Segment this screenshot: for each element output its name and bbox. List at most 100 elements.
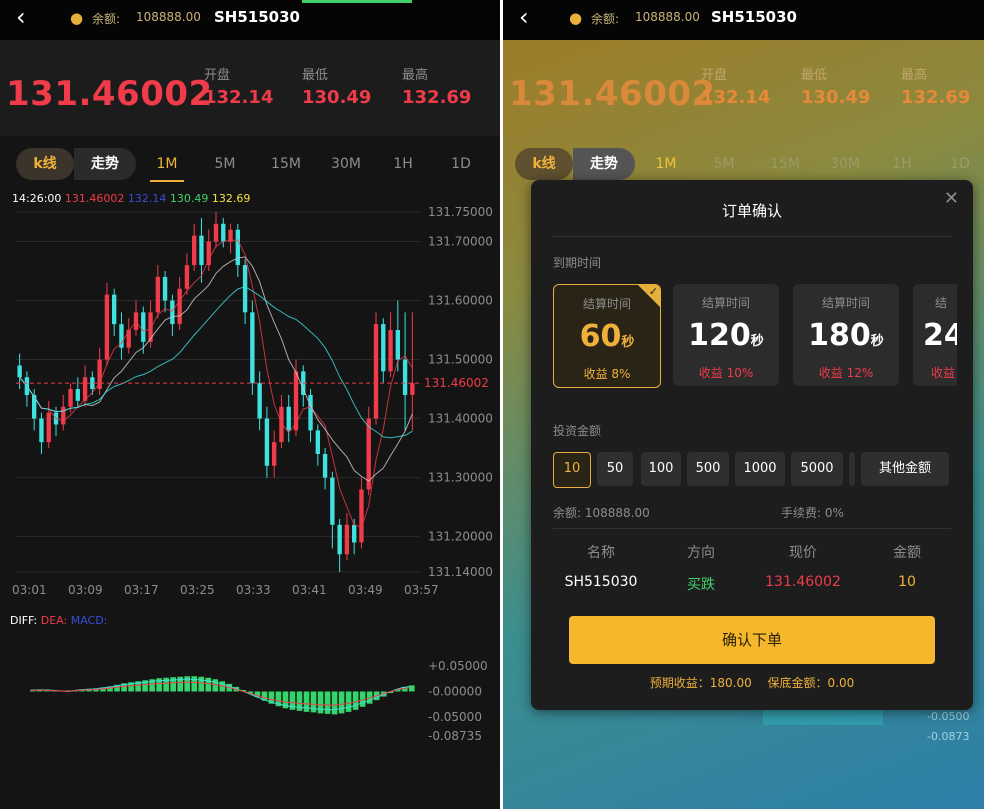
- order-symbol: SH515030: [564, 574, 638, 590]
- macd-tick-label: +0.05000: [428, 659, 488, 673]
- svg-text:-0.0500: -0.0500: [927, 710, 969, 723]
- macd-bar: [177, 676, 183, 692]
- header-amount: 金额: [893, 545, 921, 561]
- candle-body: [170, 300, 175, 325]
- invest-label: 投资金额: [553, 424, 602, 438]
- candle-body: [104, 294, 110, 360]
- dialog-fee: 手续费: 0%: [781, 506, 844, 520]
- candle-body: [264, 418, 270, 466]
- macd-bar: [205, 677, 212, 692]
- dialog-title: 订单确认: [721, 202, 782, 220]
- y-tick-label: 131.20000: [428, 530, 493, 544]
- amount-10[interactable]: 10: [553, 452, 591, 488]
- candle-body: [366, 418, 371, 490]
- expiry-option-profit: 收益 10%: [698, 366, 754, 380]
- macd-bar: [184, 676, 191, 692]
- order-amount: 10: [898, 574, 916, 590]
- option-num: 120: [688, 318, 751, 353]
- candle-body: [352, 524, 357, 543]
- candle-body: [61, 406, 66, 425]
- candle-body: [162, 276, 168, 301]
- macd-bar: [331, 691, 338, 715]
- header-name: 名称: [587, 545, 615, 561]
- expiry-option-profit: 收益: [931, 366, 956, 380]
- amount-5000[interactable]: 5000: [791, 452, 843, 486]
- candle-body: [112, 294, 117, 325]
- macd-bar: [191, 676, 198, 692]
- macd-legend: DIFF: DEA: MACD:: [10, 614, 108, 627]
- expiry-option-seconds: 120秒: [673, 318, 779, 353]
- moving-average-line: [19, 239, 413, 528]
- macd-bar: [338, 691, 345, 714]
- macd-bar: [317, 691, 324, 714]
- candle-body: [410, 383, 415, 395]
- macd-bar: [303, 691, 310, 712]
- x-tick-label: 03:01: [12, 583, 47, 597]
- amount-500[interactable]: 500: [687, 452, 729, 486]
- candle-body: [213, 223, 219, 242]
- expiry-option-240-partial[interactable]: 结 24 收益: [913, 284, 957, 386]
- candle-body: [46, 412, 51, 443]
- candle-body: [126, 330, 131, 348]
- other-amount-button[interactable]: 其他金额: [861, 452, 949, 486]
- macd-bar: [324, 691, 331, 714]
- y-tick-label: 131.60000: [428, 294, 493, 308]
- x-tick-label: 03:49: [348, 583, 383, 597]
- candle-body: [221, 223, 226, 242]
- order-confirm-dialog: 订单确认 ✕ 到期时间 ✓ 结算时间 60秒 收益 8% 结算时间 120秒 收…: [531, 180, 973, 710]
- y-tick-label: 131.75000: [428, 205, 493, 219]
- order-direction: 买跌: [687, 577, 715, 593]
- guaranteed-amount: 保底金额：0.00: [767, 676, 855, 690]
- y-tick-label: 131.50000: [428, 353, 493, 367]
- y-tick-label: 131.30000: [428, 471, 493, 485]
- candle-body: [373, 324, 379, 419]
- macd-tick-label: -0.08735: [428, 729, 482, 743]
- amount-50[interactable]: 50: [597, 452, 633, 486]
- expiry-option-60[interactable]: ✓ 结算时间 60秒 收益 8%: [553, 284, 661, 388]
- amount-100[interactable]: 100: [641, 452, 681, 486]
- y-tick-label: 131.40000: [428, 412, 493, 426]
- macd-tick-label: -0.05000: [428, 710, 482, 724]
- candle-body: [68, 389, 73, 407]
- candle-body: [155, 276, 160, 313]
- y-tick-label: 131.70000: [428, 235, 493, 249]
- candle-body: [315, 430, 320, 454]
- moving-average-line: [19, 286, 413, 439]
- svg-text:-0.0873: -0.0873: [927, 730, 969, 743]
- moving-average-line: [19, 256, 413, 482]
- close-icon[interactable]: ✕: [944, 188, 959, 209]
- expected-profit-line: 预期收益：180.00 保底金额：0.00: [531, 674, 973, 691]
- option-unit: 秒: [750, 334, 764, 349]
- candle-body: [359, 489, 364, 543]
- candle-body: [388, 330, 393, 372]
- candle-body: [235, 229, 240, 266]
- title-divider: [553, 236, 951, 237]
- candle-body: [257, 383, 262, 419]
- expiry-option-profit: 收益 12%: [818, 366, 874, 380]
- amount-partial[interactable]: [849, 452, 855, 486]
- option-unit: 秒: [870, 334, 884, 349]
- x-tick-label: 03:57: [404, 583, 439, 597]
- expiry-option-120[interactable]: 结算时间 120秒 收益 10%: [673, 284, 779, 386]
- candle-body: [177, 288, 182, 325]
- candle-body: [337, 524, 342, 555]
- candle-body: [17, 365, 22, 378]
- candle-body: [402, 359, 408, 395]
- candle-body: [242, 265, 248, 313]
- macd-bar: [345, 691, 352, 712]
- option-num: 180: [808, 318, 871, 353]
- option-num: 60: [579, 319, 622, 354]
- chart-screen: ‹ ● 余额: 108888.00 SH515030 131.46002 开盘 …: [0, 0, 500, 809]
- option-unit: 秒: [621, 335, 635, 350]
- amount-1000[interactable]: 1000: [735, 452, 785, 486]
- confirm-order-button[interactable]: 确认下单: [569, 616, 935, 664]
- x-tick-label: 03:17: [124, 583, 159, 597]
- macd-bar: [198, 676, 205, 692]
- expiry-option-180[interactable]: 结算时间 180秒 收益 12%: [793, 284, 899, 386]
- candle-body: [344, 524, 350, 555]
- candle-body: [322, 453, 328, 478]
- candle-body: [184, 265, 190, 289]
- candle-body: [293, 371, 299, 431]
- expiry-option-seconds: 180秒: [793, 318, 899, 353]
- expiry-option-label: 结算时间: [821, 296, 870, 310]
